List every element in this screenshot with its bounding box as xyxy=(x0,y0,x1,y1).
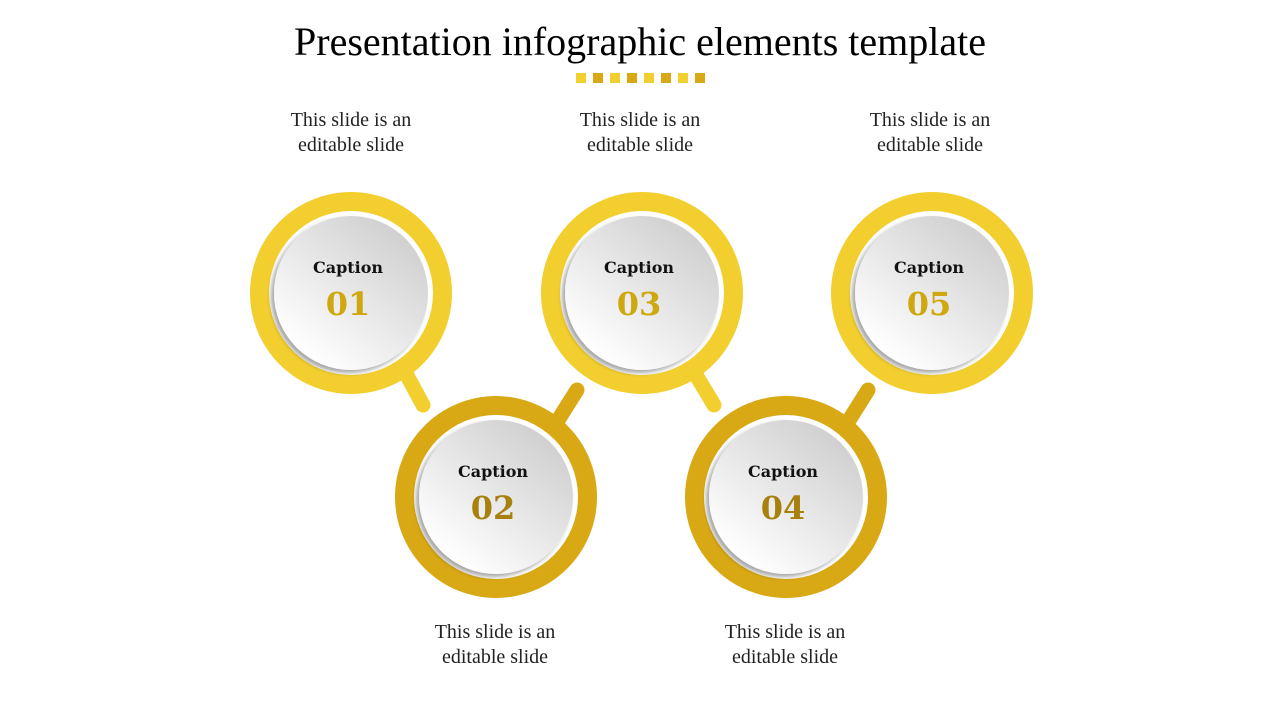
caption-number: 01 xyxy=(325,285,371,323)
caption-number: 03 xyxy=(616,285,662,323)
caption-label: Caption xyxy=(747,462,819,481)
caption-number: 02 xyxy=(470,489,516,527)
caption-block: Caption 02 xyxy=(413,462,573,527)
description-line: editable slide xyxy=(876,134,984,156)
caption-label: Caption xyxy=(603,258,675,277)
description-line: This slide is an xyxy=(434,621,556,643)
caption-number: 05 xyxy=(906,285,952,323)
caption-block: Caption 05 xyxy=(849,258,1009,323)
description-line: This slide is an xyxy=(579,109,701,131)
caption-block: Caption 01 xyxy=(268,258,428,323)
description-text: This slide is an editable slide xyxy=(675,620,895,670)
description-line: editable slide xyxy=(586,134,694,156)
description-text: This slide is an editable slide xyxy=(385,620,605,670)
caption-number: 04 xyxy=(760,489,806,527)
description-text: This slide is an editable slide xyxy=(241,108,461,158)
caption-block: Caption 03 xyxy=(559,258,719,323)
caption-label: Caption xyxy=(893,258,965,277)
description-line: editable slide xyxy=(297,134,405,156)
caption-block: Caption 04 xyxy=(703,462,863,527)
caption-label: Caption xyxy=(457,462,529,481)
description-text: This slide is an editable slide xyxy=(530,108,750,158)
description-line: This slide is an xyxy=(869,109,991,131)
description-line: editable slide xyxy=(441,646,549,668)
caption-label: Caption xyxy=(312,258,384,277)
description-line: This slide is an xyxy=(724,621,846,643)
description-line: editable slide xyxy=(731,646,839,668)
description-text: This slide is an editable slide xyxy=(820,108,1040,158)
description-line: This slide is an xyxy=(290,109,412,131)
